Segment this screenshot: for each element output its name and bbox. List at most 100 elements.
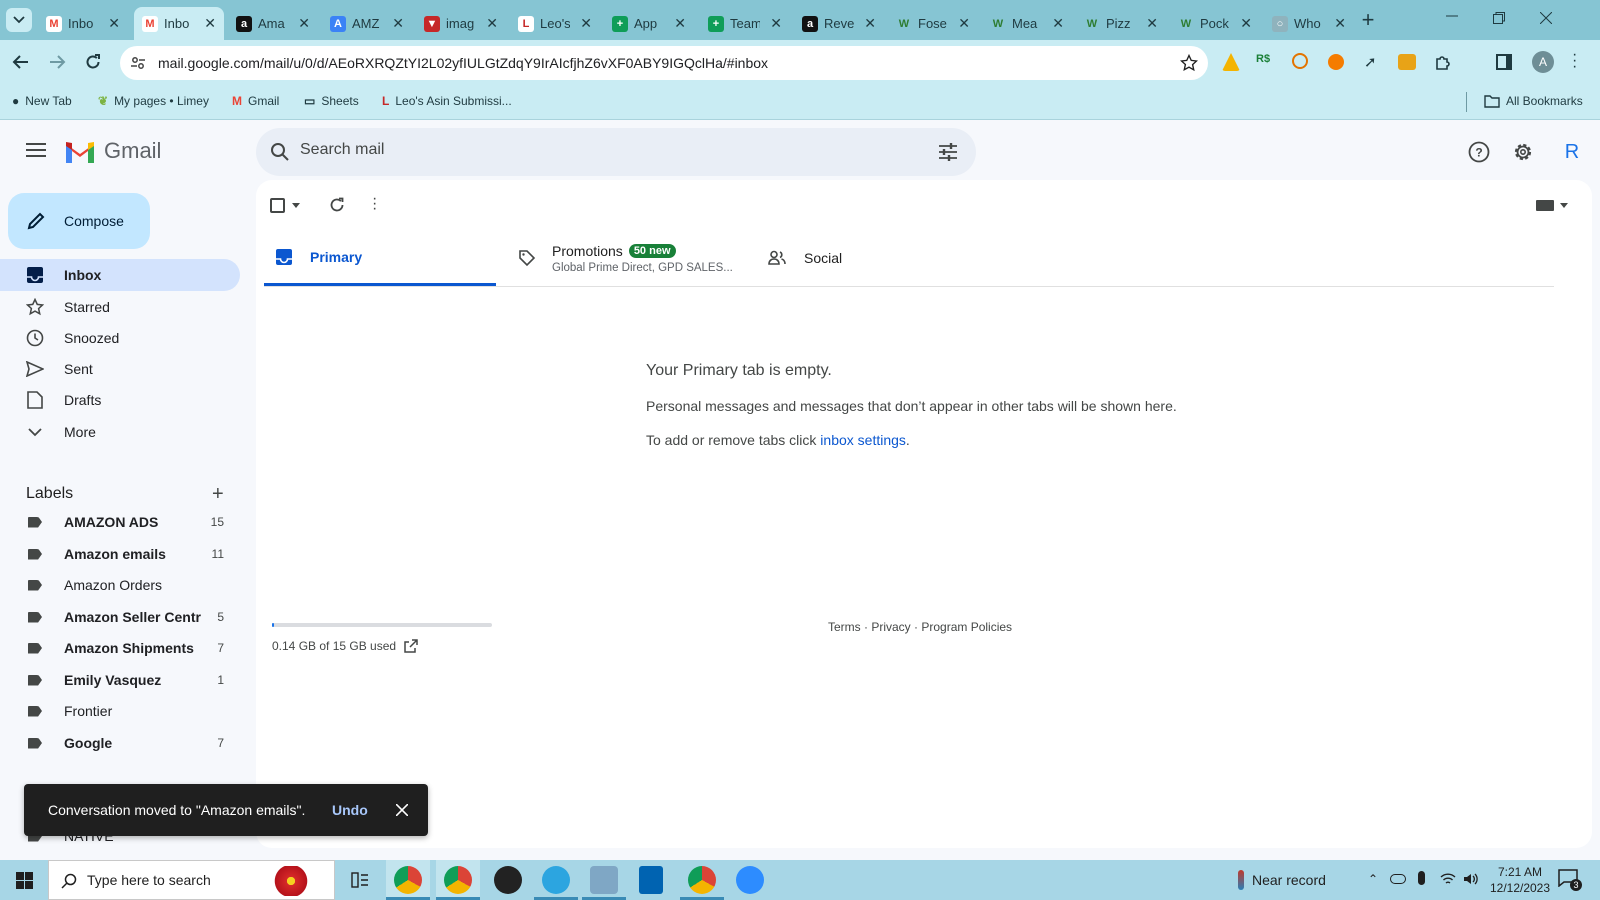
extension-box-icon[interactable] [1398, 54, 1416, 70]
bookmark-item[interactable]: M Gmail [232, 94, 279, 108]
nav-item-inbox[interactable]: Inbox [0, 259, 240, 291]
undo-button[interactable]: Undo [332, 802, 368, 818]
close-tab-icon[interactable]: ✕ [1142, 15, 1158, 32]
volume-icon[interactable] [1463, 872, 1479, 886]
taskbar-app-3[interactable] [486, 860, 530, 900]
browser-tab[interactable]: M Inbo ✕ [134, 7, 224, 40]
search-bar[interactable]: Search mail [256, 128, 976, 176]
refresh-button[interactable] [328, 196, 346, 214]
gmail-logo[interactable]: Gmail [64, 138, 161, 164]
url-text[interactable]: mail.google.com/mail/u/0/d/AEoRXRQZtYI2L… [158, 55, 768, 71]
extensions-puzzle-icon[interactable] [1434, 53, 1452, 71]
extension-rs-icon[interactable]: R$ [1256, 53, 1270, 65]
extension-c-icon[interactable] [1292, 53, 1308, 69]
account-avatar[interactable]: R [1556, 136, 1588, 168]
taskbar-search-box[interactable]: Type here to search [48, 860, 335, 900]
extension-a-icon[interactable] [1222, 53, 1240, 71]
browser-tab[interactable]: ○ Who ✕ [1264, 7, 1354, 40]
inbox-settings-link[interactable]: inbox settings [820, 432, 906, 448]
bookmark-item[interactable]: ▭ Sheets [304, 94, 359, 108]
label-item[interactable]: AMAZON ADS 15 [0, 506, 240, 538]
extension-arrow-icon[interactable]: ➚ [1364, 53, 1377, 71]
tab-social[interactable]: Social [764, 230, 1004, 286]
wifi-icon[interactable] [1440, 872, 1456, 886]
close-tab-icon[interactable]: ✕ [104, 15, 120, 32]
tab-search-button[interactable] [6, 8, 32, 32]
nav-item-sent[interactable]: Sent [0, 353, 240, 385]
side-panel-icon[interactable] [1496, 54, 1512, 70]
all-bookmarks-button[interactable]: All Bookmarks [1484, 94, 1583, 108]
label-item[interactable]: Emily Vasquez 1 [0, 664, 240, 696]
label-item[interactable]: Google 7 [0, 727, 240, 759]
close-tab-icon[interactable]: ✕ [576, 15, 592, 32]
bookmark-item[interactable]: ❦ My pages • Limey [98, 94, 209, 108]
browser-tab[interactable]: W Fose ✕ [888, 7, 978, 40]
label-item[interactable]: Amazon Orders [0, 569, 240, 601]
nav-item-starred[interactable]: Starred [0, 291, 240, 323]
help-button[interactable]: ? [1468, 141, 1490, 163]
taskbar-chrome-1[interactable] [386, 860, 430, 900]
task-view-button[interactable] [351, 871, 369, 889]
settings-button[interactable] [1511, 140, 1535, 164]
bookmark-item[interactable]: L Leo's Asin Submissi... [382, 94, 512, 108]
forward-button[interactable] [48, 53, 66, 71]
create-label-button[interactable]: + [212, 484, 224, 504]
close-tab-icon[interactable]: ✕ [1236, 15, 1252, 32]
minimize-button[interactable] [1446, 10, 1466, 28]
taskbar-chrome-2[interactable] [436, 860, 480, 900]
close-tab-icon[interactable]: ✕ [1048, 15, 1064, 32]
select-dropdown-icon[interactable] [292, 203, 300, 208]
browser-tab[interactable]: W Pock ✕ [1170, 7, 1260, 40]
close-tab-icon[interactable]: ✕ [388, 15, 404, 32]
browser-tab[interactable]: W Pizz ✕ [1076, 7, 1166, 40]
close-window-button[interactable] [1540, 12, 1552, 24]
weather-widget[interactable]: Near record [1238, 860, 1326, 900]
browser-tab[interactable]: + Team ✕ [700, 7, 790, 40]
label-item[interactable]: Amazon Shipments 7 [0, 632, 240, 664]
close-tab-icon[interactable]: ✕ [860, 15, 876, 32]
search-icon[interactable] [270, 142, 290, 162]
nav-item-drafts[interactable]: Drafts [0, 384, 240, 416]
close-tab-icon[interactable]: ✕ [954, 15, 970, 32]
reload-button[interactable] [84, 53, 102, 71]
taskbar-telegram[interactable] [534, 860, 578, 900]
terms-link[interactable]: Terms [828, 620, 861, 634]
onedrive-icon[interactable] [1390, 874, 1406, 884]
taskbar-app-5[interactable] [582, 860, 626, 900]
close-tab-icon[interactable]: ✕ [200, 15, 216, 32]
close-tab-icon[interactable]: ✕ [482, 15, 498, 32]
search-options-icon[interactable] [938, 142, 958, 162]
external-link-icon[interactable] [404, 639, 418, 653]
tab-promotions[interactable]: Promotions 50 new Global Prime Direct, G… [514, 230, 754, 286]
browser-tab[interactable]: L Leo's ✕ [510, 7, 600, 40]
microphone-icon[interactable] [1418, 871, 1425, 885]
taskbar-chrome-3[interactable] [680, 860, 724, 900]
browser-tab[interactable]: a Reve ✕ [794, 7, 884, 40]
nav-item-snoozed[interactable]: Snoozed [0, 322, 240, 354]
main-menu-button[interactable] [26, 142, 46, 158]
close-tab-icon[interactable]: ✕ [294, 15, 310, 32]
tab-primary[interactable]: Primary [264, 230, 496, 286]
more-options-icon[interactable]: · · · [372, 191, 377, 217]
program-policies-link[interactable]: Program Policies [921, 620, 1012, 634]
start-button[interactable] [16, 872, 33, 889]
close-tab-icon[interactable]: ✕ [670, 15, 686, 32]
new-tab-button[interactable]: + [1354, 7, 1382, 33]
browser-tab[interactable]: ▼ imag ✕ [416, 7, 506, 40]
notification-center-button[interactable]: 3 [1558, 869, 1582, 891]
browser-tab[interactable]: W Mea ✕ [982, 7, 1072, 40]
taskbar-calculator[interactable] [630, 860, 674, 900]
input-tools-button[interactable] [1536, 200, 1568, 211]
browser-menu-icon[interactable]: · · · [1572, 47, 1577, 75]
address-bar[interactable]: mail.google.com/mail/u/0/d/AEoRXRQZtYI2L… [120, 46, 1208, 80]
bookmark-item[interactable]: ● New Tab [12, 94, 72, 108]
bookmark-star-icon[interactable] [1180, 54, 1198, 72]
site-info-icon[interactable] [130, 55, 146, 71]
label-item[interactable]: Amazon Seller Centr 5 [0, 601, 240, 633]
profile-avatar[interactable]: A [1532, 51, 1554, 73]
snackbar-close-button[interactable] [396, 804, 408, 816]
search-input[interactable]: Search mail [300, 141, 384, 159]
select-all-checkbox[interactable] [270, 198, 285, 213]
back-button[interactable] [12, 53, 30, 71]
close-tab-icon[interactable]: ✕ [766, 15, 782, 32]
